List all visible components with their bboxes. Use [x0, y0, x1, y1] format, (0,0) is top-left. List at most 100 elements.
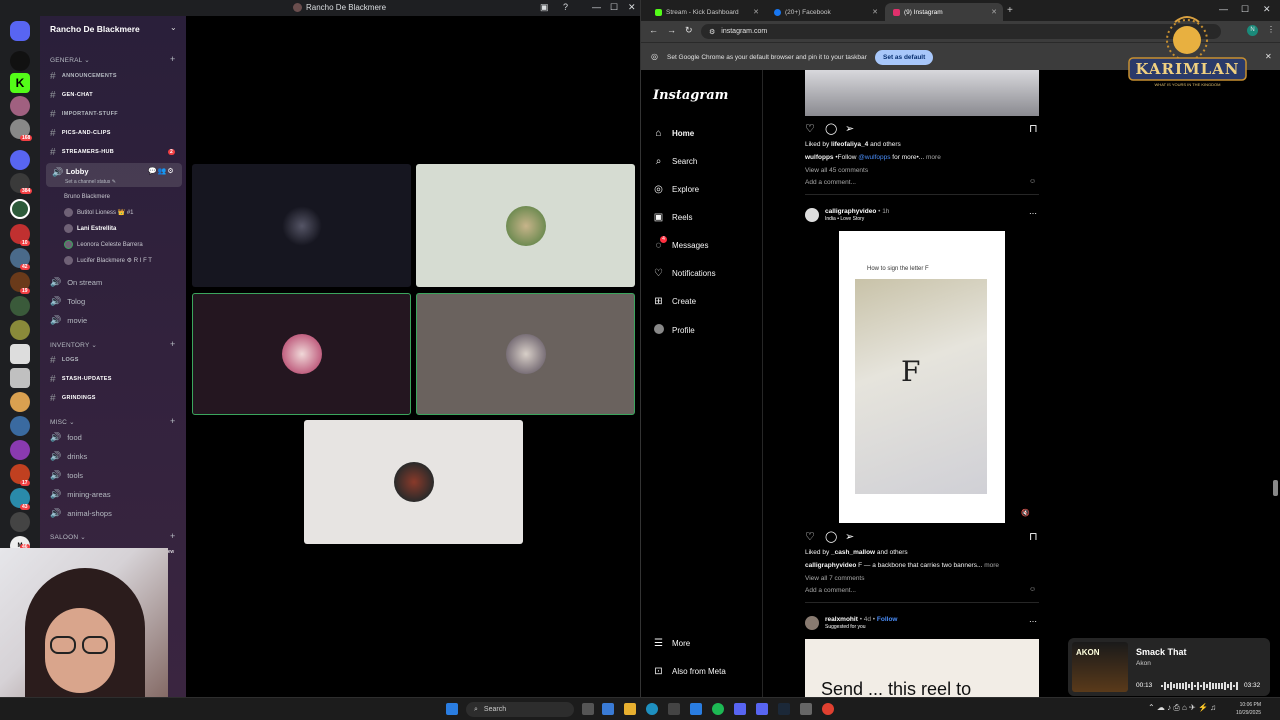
discord-icon[interactable]	[756, 703, 768, 715]
category-inventory[interactable]: INVENTORY ⌄	[50, 341, 97, 349]
comment-icon[interactable]: ◯	[825, 530, 837, 543]
chevron-down-icon[interactable]: ⌄	[170, 23, 177, 32]
taskbar-clock[interactable]: 10:06 PM 10/29/2025	[1236, 701, 1261, 717]
close-tab-icon[interactable]: ✕	[991, 8, 997, 16]
server-icon[interactable]	[10, 296, 30, 316]
voice-channel-mining-areas[interactable]: 🔊 mining-areas	[50, 487, 111, 501]
more-options-icon[interactable]: ⋯	[1029, 617, 1037, 626]
category-saloon[interactable]: SALOON ⌄	[50, 533, 86, 541]
minimize-button[interactable]: —	[592, 2, 601, 12]
voice-channel-tools[interactable]: 🔊 tools	[50, 468, 83, 482]
new-tab-button[interactable]: +	[1007, 5, 1013, 16]
server-icon[interactable]	[10, 51, 30, 71]
voice-user[interactable]: Bruno Blackmere	[64, 190, 110, 203]
server-icon[interactable]	[10, 512, 30, 532]
bookmark-icon[interactable]: ⊓	[1029, 122, 1038, 135]
voice-channel-animal-shops[interactable]: 🔊 animal-shops	[50, 506, 112, 520]
post-image[interactable]: Send ... this reel to	[805, 639, 1039, 697]
reload-icon[interactable]: ↻	[685, 25, 693, 36]
add-channel-icon[interactable]: +	[170, 416, 175, 426]
more-link[interactable]: more	[926, 154, 941, 161]
channel-pics-and-clips[interactable]: # PICS-AND-CLIPS	[50, 126, 111, 140]
voice-tile-speaking[interactable]	[192, 293, 411, 415]
nav-explore[interactable]: ◎ Explore	[653, 184, 699, 195]
voice-channel-on-stream[interactable]: 🔊 On stream	[50, 275, 102, 289]
add-channel-icon[interactable]: +	[170, 531, 175, 541]
taskbar-search[interactable]: ⌕ Search	[466, 702, 574, 717]
inbox-icon[interactable]: ▣	[540, 2, 549, 13]
follow-button[interactable]: Follow	[877, 616, 898, 623]
channel-announcements[interactable]: # ANNOUNCEMENTS	[50, 69, 117, 83]
menu-icon[interactable]: ⋮	[1267, 25, 1275, 34]
close-tab-icon[interactable]: ✕	[753, 8, 759, 16]
maximize-button[interactable]: ☐	[610, 2, 618, 13]
app-icon[interactable]	[690, 703, 702, 715]
nav-profile[interactable]: Profile	[653, 324, 695, 337]
voice-tile[interactable]	[192, 164, 411, 287]
lobby-actions[interactable]: 💬👥⚙	[148, 167, 175, 175]
voice-user[interactable]: Lani Estrellita	[64, 222, 116, 235]
discord-home-icon[interactable]	[10, 21, 30, 41]
task-view-icon[interactable]	[582, 703, 594, 715]
add-comment-input[interactable]: Add a comment...	[805, 179, 856, 186]
app-icon[interactable]	[800, 703, 812, 715]
post-video[interactable]: How to sign the letter F F 🔇	[839, 231, 1030, 523]
steam-icon[interactable]	[778, 703, 790, 715]
voice-tile[interactable]	[416, 164, 635, 287]
system-tray-icons[interactable]: ⌃ ☁ ♪ ⎙ ⌂ ✈ ⚡ ♫	[1148, 703, 1216, 713]
back-icon[interactable]: ←	[649, 25, 658, 35]
tab-kick[interactable]: Stream - Kick Dashboard ✕	[647, 3, 765, 21]
server-icon[interactable]	[10, 96, 30, 116]
add-channel-icon[interactable]: +	[170, 54, 175, 64]
copilot-icon[interactable]	[602, 703, 614, 715]
category-misc[interactable]: MISC ⌄	[50, 418, 75, 426]
kick-server-icon[interactable]: K	[10, 73, 30, 93]
channel-stash-updates[interactable]: # STASH-UPDATES	[50, 372, 112, 386]
instagram-logo[interactable]: Instagram	[653, 88, 728, 103]
voice-user[interactable]: Leonora Celeste Barrera	[64, 238, 143, 251]
view-comments-link[interactable]: View all 7 comments	[805, 575, 865, 582]
channel-gen-chat[interactable]: # GEN-CHAT	[50, 88, 93, 102]
spotify-icon[interactable]	[712, 703, 724, 715]
nav-more[interactable]: ☰ More	[653, 638, 690, 649]
site-info-icon[interactable]: ⚙	[709, 28, 715, 36]
bookmark-icon[interactable]: ⊓	[1029, 530, 1038, 543]
voice-tile-speaking[interactable]	[416, 293, 635, 415]
voice-tile[interactable]	[304, 420, 523, 544]
help-icon[interactable]: ?	[563, 2, 568, 12]
server-icon[interactable]	[10, 150, 30, 170]
voice-channel-tolog[interactable]: 🔊 Tolog	[50, 294, 85, 308]
heart-icon[interactable]: ♡	[805, 530, 815, 543]
close-icon[interactable]: ✕	[1265, 52, 1272, 61]
more-link[interactable]: more	[984, 562, 999, 569]
close-button[interactable]: ✕	[1263, 4, 1271, 15]
forward-icon[interactable]: →	[667, 25, 676, 35]
view-comments-link[interactable]: View all 45 comments	[805, 167, 868, 174]
nav-notifications[interactable]: ♡ Notifications	[653, 268, 716, 279]
channel-important-stuff[interactable]: # IMPORTANT-STUFF	[50, 107, 118, 121]
emoji-icon[interactable]: ☺	[1029, 586, 1036, 593]
nav-also-from-meta[interactable]: ⊡ Also from Meta	[653, 666, 726, 677]
mute-icon[interactable]: 🔇	[1021, 509, 1030, 517]
server-icon[interactable]	[10, 320, 30, 340]
close-button[interactable]: ✕	[628, 2, 636, 13]
add-channel-icon[interactable]: +	[170, 339, 175, 349]
channel-status[interactable]: Set a channel status ✎	[65, 179, 116, 185]
tab-facebook[interactable]: (20+) Facebook ✕	[766, 3, 884, 21]
nav-home[interactable]: ⌂ Home	[653, 128, 694, 139]
server-icon[interactable]	[10, 199, 30, 219]
nav-search[interactable]: ⌕ Search	[653, 156, 698, 167]
voice-channel-movie[interactable]: 🔊 movie	[50, 313, 87, 327]
windows-start-icon[interactable]	[446, 703, 458, 715]
channel-streamers-hub[interactable]: # STREAMERS-HUB	[50, 145, 114, 159]
post-username[interactable]: calligraphyvideo	[825, 208, 876, 215]
share-icon[interactable]: ➢	[845, 530, 854, 543]
server-icon[interactable]	[10, 392, 30, 412]
server-icon[interactable]	[10, 416, 30, 436]
share-icon[interactable]: ➢	[845, 122, 854, 135]
nav-create[interactable]: ⊞ Create	[653, 296, 696, 307]
file-explorer-icon[interactable]	[624, 703, 636, 715]
post-image[interactable]	[805, 70, 1039, 116]
discord-icon[interactable]	[734, 703, 746, 715]
set-default-button[interactable]: Set as default	[875, 50, 934, 65]
